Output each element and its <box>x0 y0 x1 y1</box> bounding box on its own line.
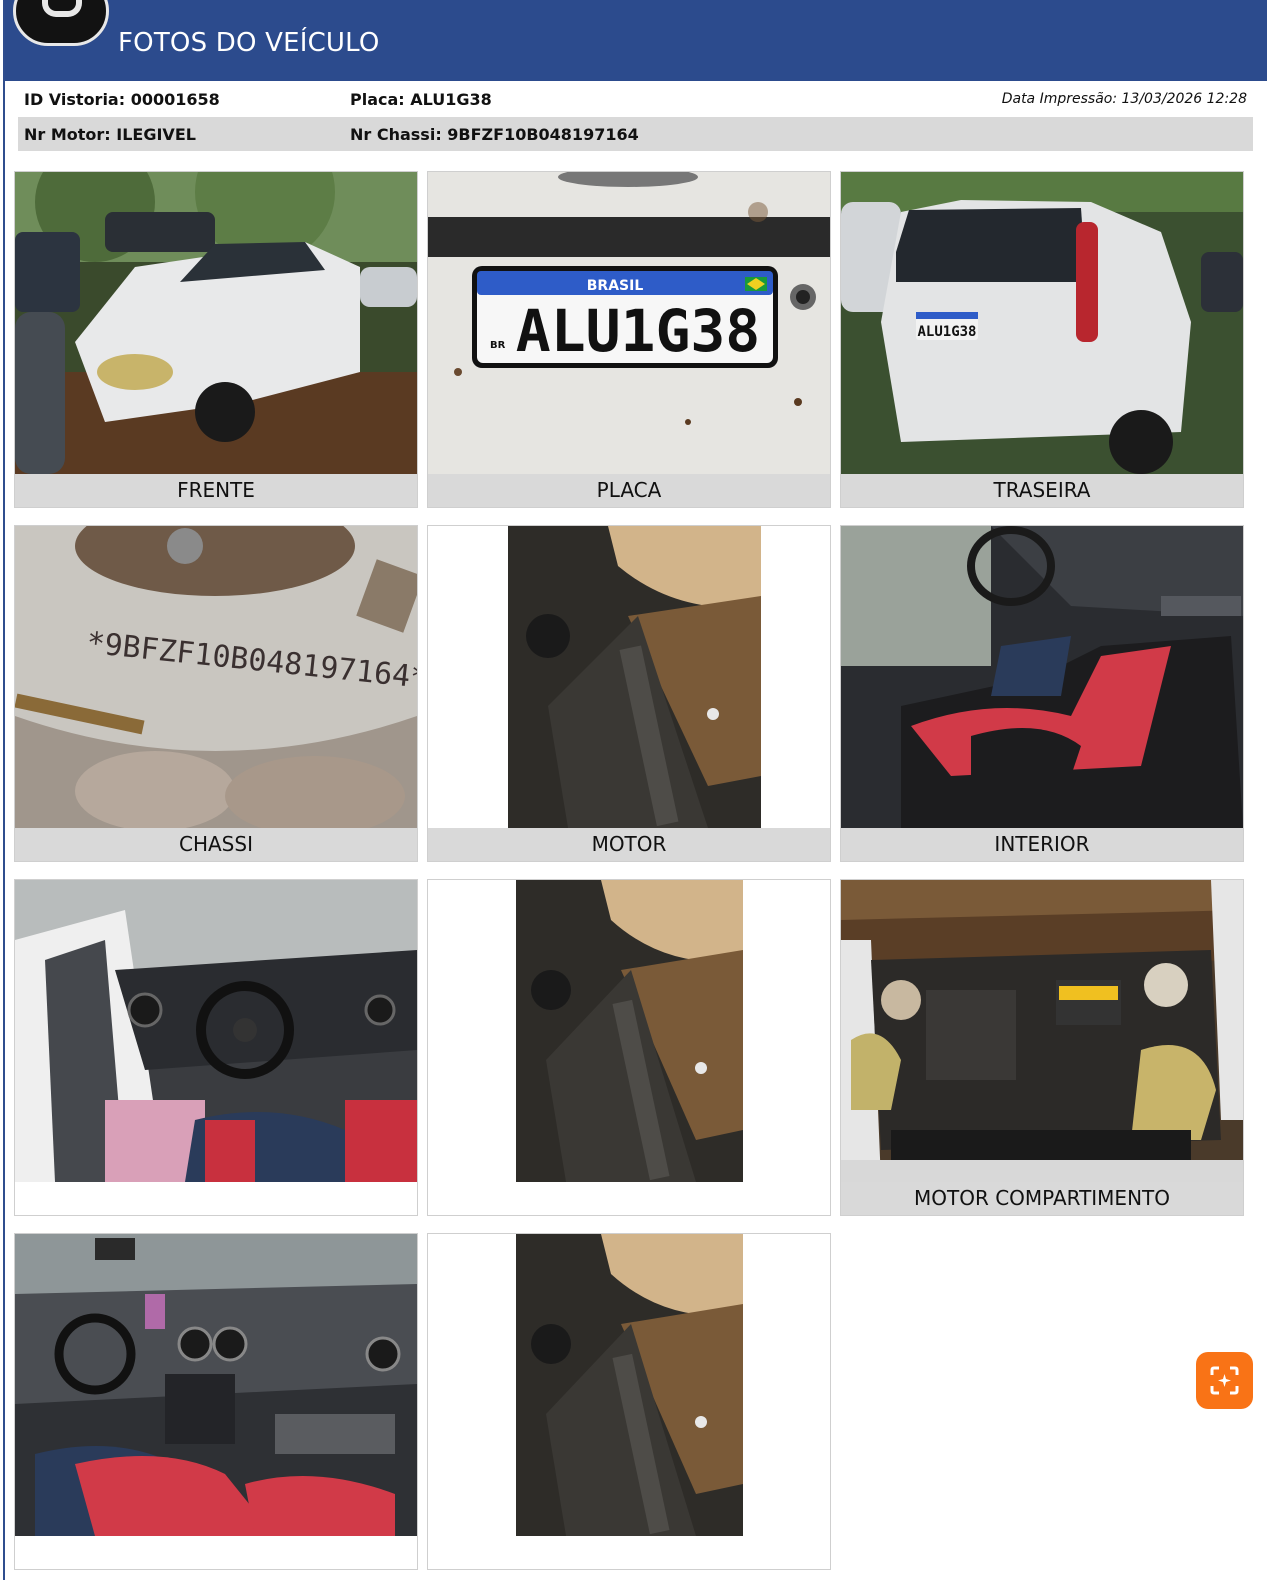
photo-motor-compartimento <box>841 880 1243 1182</box>
photo-traseira: ALU1G38 <box>841 172 1243 474</box>
photo-card-placa[interactable]: BRASIL BR ALU1G38 PLACA <box>427 171 831 508</box>
photo-card-8[interactable] <box>427 879 831 1216</box>
photo-caption: MOTOR <box>428 828 830 861</box>
photo-dashboard-left <box>15 880 417 1182</box>
data-impressao: Data Impressão: 13/03/2026 12:28 <box>1001 91 1247 107</box>
photo-card-interior[interactable]: INTERIOR <box>840 525 1244 862</box>
photo-caption-empty <box>15 1182 417 1215</box>
rear-plate-number: ALU1G38 <box>917 324 976 340</box>
page-title: FOTOS DO VEÍCULO <box>118 28 380 58</box>
photo-card-motor-compartimento[interactable]: MOTOR COMPARTIMENTO <box>840 879 1244 1216</box>
id-vistoria: ID Vistoria: 00001658 <box>24 90 220 109</box>
photo-caption: MOTOR COMPARTIMENTO <box>841 1182 1243 1215</box>
photo-card-7[interactable] <box>14 879 418 1216</box>
ai-scan-icon <box>1210 1366 1239 1395</box>
photo-caption: CHASSI <box>15 828 417 861</box>
photo-caption: FRENTE <box>15 474 417 507</box>
photo-placa: BRASIL BR ALU1G38 <box>428 172 830 474</box>
photo-interior <box>841 526 1243 828</box>
photo-card-11[interactable] <box>427 1233 831 1570</box>
photo-motor-repeat <box>428 880 830 1182</box>
photo-caption-empty <box>428 1536 830 1569</box>
photo-card-chassi[interactable]: *9BFZF10B048197164* CHASSI <box>14 525 418 862</box>
photo-chassi: *9BFZF10B048197164* <box>15 526 417 828</box>
photo-card-frente[interactable]: FRENTE <box>14 171 418 508</box>
info-row-2: Nr Motor: ILEGIVEL Nr Chassi: 9BFZF10B04… <box>18 117 1253 151</box>
placa: Placa: ALU1G38 <box>350 90 492 109</box>
photo-caption: PLACA <box>428 474 830 507</box>
page-header: FOTOS DO VEÍCULO <box>5 0 1267 81</box>
plate-country: BRASIL <box>587 278 644 294</box>
photo-caption-empty <box>15 1536 417 1569</box>
photo-caption: TRASEIRA <box>841 474 1243 507</box>
info-row-1: ID Vistoria: 00001658 Placa: ALU1G38 Dat… <box>18 82 1253 116</box>
nr-chassi: Nr Chassi: 9BFZF10B048197164 <box>350 125 639 144</box>
photo-caption-empty <box>428 1182 830 1215</box>
ai-scan-button[interactable] <box>1196 1352 1253 1409</box>
photo-card-traseira[interactable]: ALU1G38 TRASEIRA <box>840 171 1244 508</box>
photo-frente <box>15 172 417 474</box>
photo-card-10[interactable] <box>14 1233 418 1570</box>
photo-card-motor[interactable]: MOTOR <box>427 525 831 862</box>
nr-motor: Nr Motor: ILEGIVEL <box>24 125 196 144</box>
page-left-rule <box>3 0 5 1580</box>
camera-icon <box>13 0 109 46</box>
photo-caption: INTERIOR <box>841 828 1243 861</box>
photo-dashboard-center <box>15 1234 417 1536</box>
plate-code: BR <box>490 340 506 351</box>
photo-motor <box>428 526 830 828</box>
photo-motor-repeat-2 <box>428 1234 830 1536</box>
plate-number: ALU1G38 <box>516 297 760 365</box>
